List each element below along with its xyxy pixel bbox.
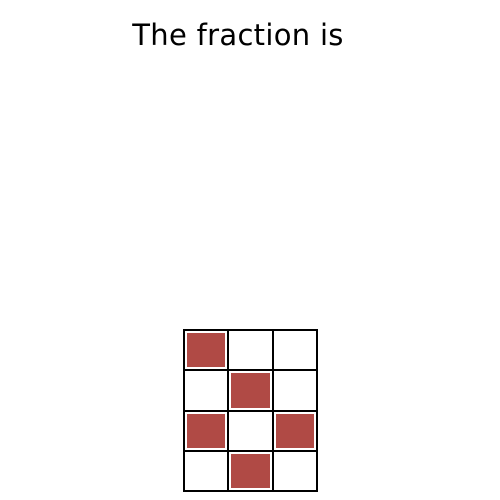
cell-fill [187,373,226,408]
shaded-cell [184,410,229,451]
question-title: The fraction is [132,18,344,52]
unshaded-cell [228,410,273,451]
shaded-cell [228,450,273,491]
cell-fill [275,373,314,408]
unshaded-cell [184,370,229,411]
unshaded-cell [228,330,273,371]
shaded-cell [228,370,273,411]
unshaded-cell [272,330,317,371]
shaded-cell [272,410,317,451]
cell-fill [231,373,270,408]
cell-fill [275,413,314,448]
unshaded-cell [272,370,317,411]
unshaded-cell [272,450,317,491]
cell-fill [231,453,270,488]
cell-fill [275,333,314,368]
unshaded-cell [184,450,229,491]
cell-fill [187,333,226,368]
cell-fill [275,453,314,488]
shaded-cell [184,330,229,371]
cell-fill [231,413,270,448]
cell-fill [231,333,270,368]
cell-fill [187,413,226,448]
cell-fill [187,453,226,488]
fraction-grid [183,329,318,492]
